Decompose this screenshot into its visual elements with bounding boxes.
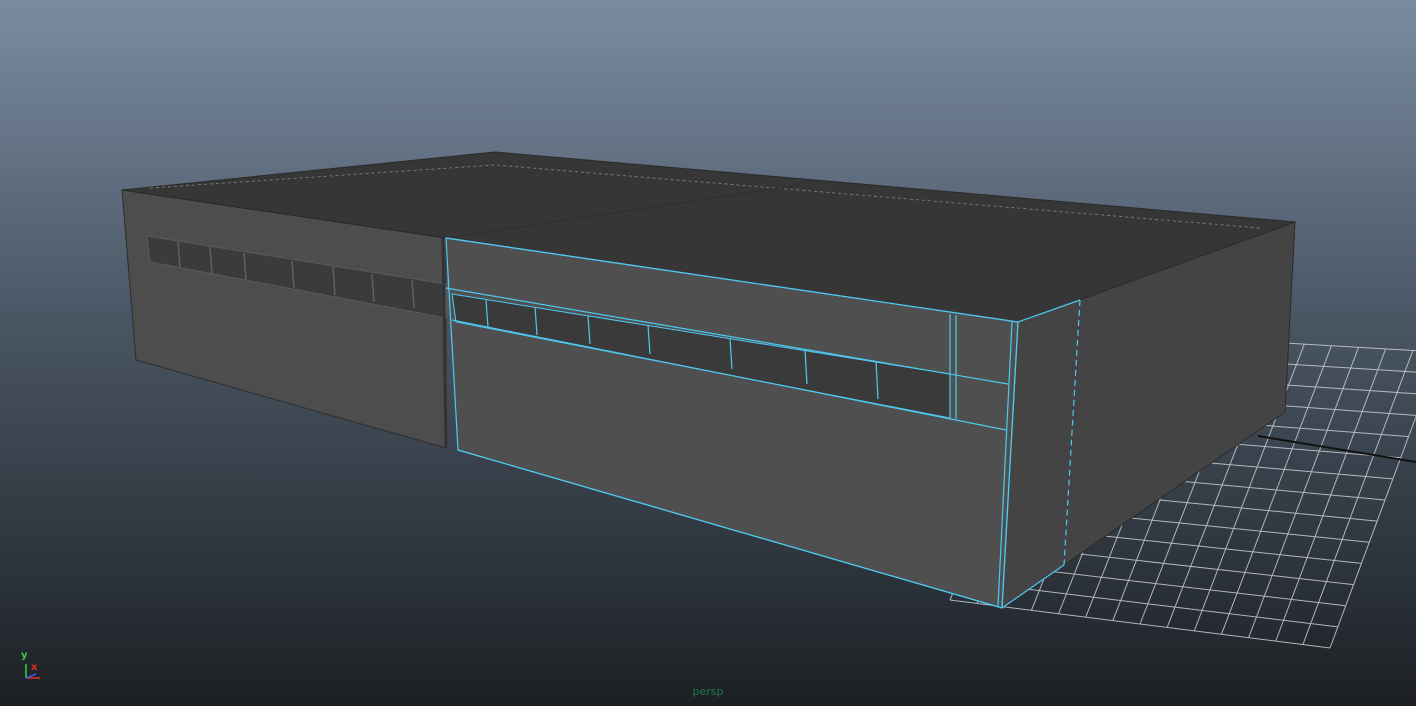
y-axis-label: y — [21, 650, 28, 661]
axis-gizmo: y x — [18, 650, 48, 684]
scene-canvas[interactable] — [0, 0, 1416, 706]
3d-viewport[interactable]: y x persp — [0, 0, 1416, 706]
camera-name-label: persp — [692, 685, 724, 698]
x-axis-label: x — [31, 662, 38, 673]
